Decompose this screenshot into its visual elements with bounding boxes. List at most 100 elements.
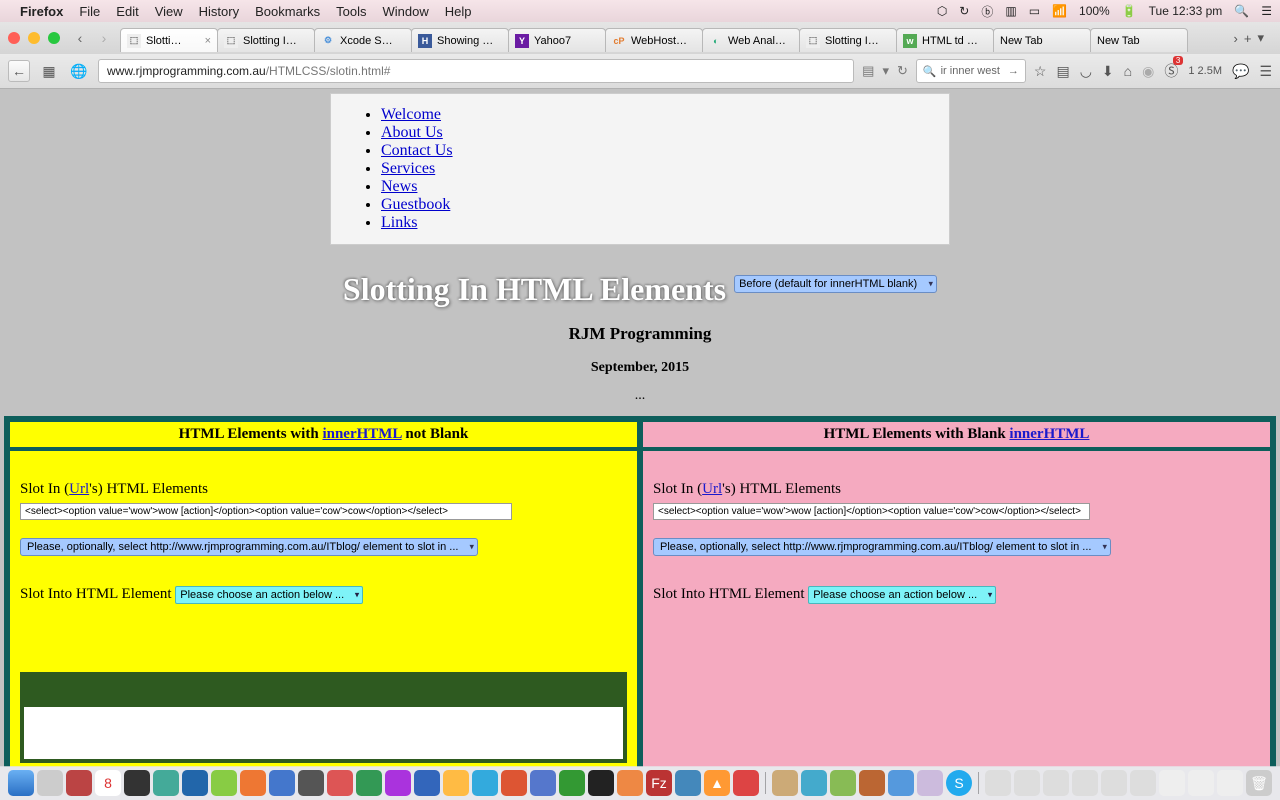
search-box[interactable]: 🔍 ir inner west →	[916, 59, 1026, 83]
dock-app-icon[interactable]	[124, 770, 150, 796]
dock-filezilla-icon[interactable]: Fz	[646, 770, 672, 796]
menu-window[interactable]: Window	[383, 4, 429, 19]
dock-folder-icon[interactable]	[1072, 770, 1098, 796]
bluetooth-icon[interactable]: ⓑ	[981, 3, 993, 20]
search-go-icon[interactable]: →	[1008, 65, 1019, 77]
battery-icon[interactable]: 🔋	[1122, 4, 1137, 18]
left-action-select[interactable]: Please choose an action below ...	[175, 586, 363, 604]
menu-bookmarks[interactable]: Bookmarks	[255, 4, 320, 19]
dock-app-icon[interactable]	[859, 770, 885, 796]
tab-6[interactable]: ◐ Web Anal…	[702, 28, 800, 52]
dock-app-icon[interactable]	[269, 770, 295, 796]
dock-app-icon[interactable]	[675, 770, 701, 796]
menu-file[interactable]: File	[79, 4, 100, 19]
dock-app-icon[interactable]	[888, 770, 914, 796]
url-bar[interactable]: www.rjmprogramming.com.au/HTMLCSS/slotin…	[98, 59, 854, 83]
dock-app-icon[interactable]	[559, 770, 585, 796]
menu-tools[interactable]: Tools	[336, 4, 366, 19]
dock-app-icon[interactable]	[66, 770, 92, 796]
menu-help[interactable]: Help	[445, 4, 472, 19]
window-zoom-button[interactable]	[48, 32, 60, 44]
dock-app-icon[interactable]	[211, 770, 237, 796]
dock-app-icon[interactable]	[501, 770, 527, 796]
dock-folder-icon[interactable]	[1014, 770, 1040, 796]
innerhtml-link[interactable]: innerHTML	[322, 426, 401, 442]
dock-trash-icon[interactable]: 🗑	[1246, 770, 1272, 796]
tab-5[interactable]: cP WebHost…	[605, 28, 703, 52]
menu-history[interactable]: History	[199, 4, 239, 19]
mode-select[interactable]: Before (default for innerHTML blank)	[734, 275, 937, 293]
app-name[interactable]: Firefox	[20, 4, 63, 19]
notification-center-icon[interactable]: ☰	[1261, 4, 1272, 18]
new-tab-button[interactable]: +	[1244, 31, 1252, 46]
dropbox-icon[interactable]: ▥	[1005, 4, 1016, 18]
window-close-button[interactable]	[8, 32, 20, 44]
dock-doc-icon[interactable]	[1159, 770, 1185, 796]
noscript-icon[interactable]: Ⓢ3	[1164, 61, 1178, 81]
dock-folder-icon[interactable]	[1043, 770, 1069, 796]
url-link[interactable]: Url	[69, 481, 89, 497]
dock-app-icon[interactable]	[385, 770, 411, 796]
reload-icon[interactable]: ↻	[897, 63, 908, 79]
dock-finder-icon[interactable]	[8, 770, 34, 796]
dock-app-icon[interactable]	[733, 770, 759, 796]
dock-calendar-icon[interactable]: 8	[95, 770, 121, 796]
dock-app-icon[interactable]	[298, 770, 324, 796]
bookmark-star-icon[interactable]: ☆	[1034, 63, 1047, 80]
reader-mode-icon[interactable]: ▤	[862, 63, 874, 79]
dock-app-icon[interactable]	[414, 770, 440, 796]
nav-link-guestbook[interactable]: Guestbook	[381, 196, 450, 213]
dock-terminal-icon[interactable]	[588, 770, 614, 796]
identity-icon[interactable]: 🌐	[68, 60, 90, 82]
dock-app-icon[interactable]	[472, 770, 498, 796]
all-tabs-icon[interactable]: ▾	[1257, 30, 1264, 46]
menu-view[interactable]: View	[155, 4, 183, 19]
tab-4[interactable]: Y Yahoo7	[508, 28, 606, 52]
spotlight-icon[interactable]: 🔍	[1234, 4, 1249, 18]
sidebar-fwd-icon[interactable]: ›	[94, 28, 114, 48]
dock-app-icon[interactable]	[917, 770, 943, 796]
pocket-icon[interactable]: ◡	[1080, 63, 1092, 80]
dock-vlc-icon[interactable]: ▲	[704, 770, 730, 796]
left-html-input[interactable]	[20, 503, 512, 520]
tab-close-icon[interactable]: ×	[205, 35, 211, 47]
innerhtml-link[interactable]: innerHTML	[1009, 426, 1089, 442]
dock-skype-icon[interactable]: S	[946, 770, 972, 796]
dock-app-icon[interactable]	[443, 770, 469, 796]
dock-app-icon[interactable]	[240, 770, 266, 796]
library-icon[interactable]: ▤	[1056, 63, 1069, 80]
pushbullet-icon[interactable]: ⬡	[937, 4, 947, 18]
dock-app-icon[interactable]	[37, 770, 63, 796]
dock-folder-icon[interactable]	[1101, 770, 1127, 796]
dock-app-icon[interactable]	[801, 770, 827, 796]
nav-link-links[interactable]: Links	[381, 214, 417, 231]
tab-10[interactable]: New Tab	[1090, 28, 1188, 52]
url-link[interactable]: Url	[702, 481, 722, 497]
tab-0[interactable]: ⬚ Slotti… ×	[120, 28, 218, 52]
chat-icon[interactable]: 💬	[1232, 63, 1249, 80]
dock-folder-icon[interactable]	[985, 770, 1011, 796]
nav-link-news[interactable]: News	[381, 178, 417, 195]
dock-app-icon[interactable]	[772, 770, 798, 796]
right-html-input[interactable]	[653, 503, 1090, 520]
downloads-icon[interactable]: ⬇	[1102, 63, 1114, 80]
tab-9[interactable]: New Tab	[993, 28, 1091, 52]
dock-app-icon[interactable]	[153, 770, 179, 796]
sync-icon[interactable]: ↻	[959, 4, 969, 18]
sidebar-back-icon[interactable]: ‹	[70, 28, 90, 48]
left-url-select[interactable]: Please, optionally, select http://www.rj…	[20, 538, 478, 556]
nav-link-contact[interactable]: Contact Us	[381, 142, 453, 159]
wifi-icon[interactable]: 📶	[1052, 4, 1067, 18]
clock[interactable]: Tue 12:33 pm	[1149, 4, 1223, 18]
nav-link-welcome[interactable]: Welcome	[381, 106, 441, 123]
dock-app-icon[interactable]	[356, 770, 382, 796]
dock-doc-icon[interactable]	[1217, 770, 1243, 796]
tab-8[interactable]: w HTML td …	[896, 28, 994, 52]
right-action-select[interactable]: Please choose an action below ...	[808, 586, 996, 604]
dropdown-icon[interactable]: ▾	[882, 63, 889, 79]
nav-link-services[interactable]: Services	[381, 160, 435, 177]
tab-groups-icon[interactable]: ▦	[38, 60, 60, 82]
dock-app-icon[interactable]	[182, 770, 208, 796]
dock-app-icon[interactable]	[327, 770, 353, 796]
abp-icon[interactable]: 1 2.5M	[1188, 65, 1222, 77]
